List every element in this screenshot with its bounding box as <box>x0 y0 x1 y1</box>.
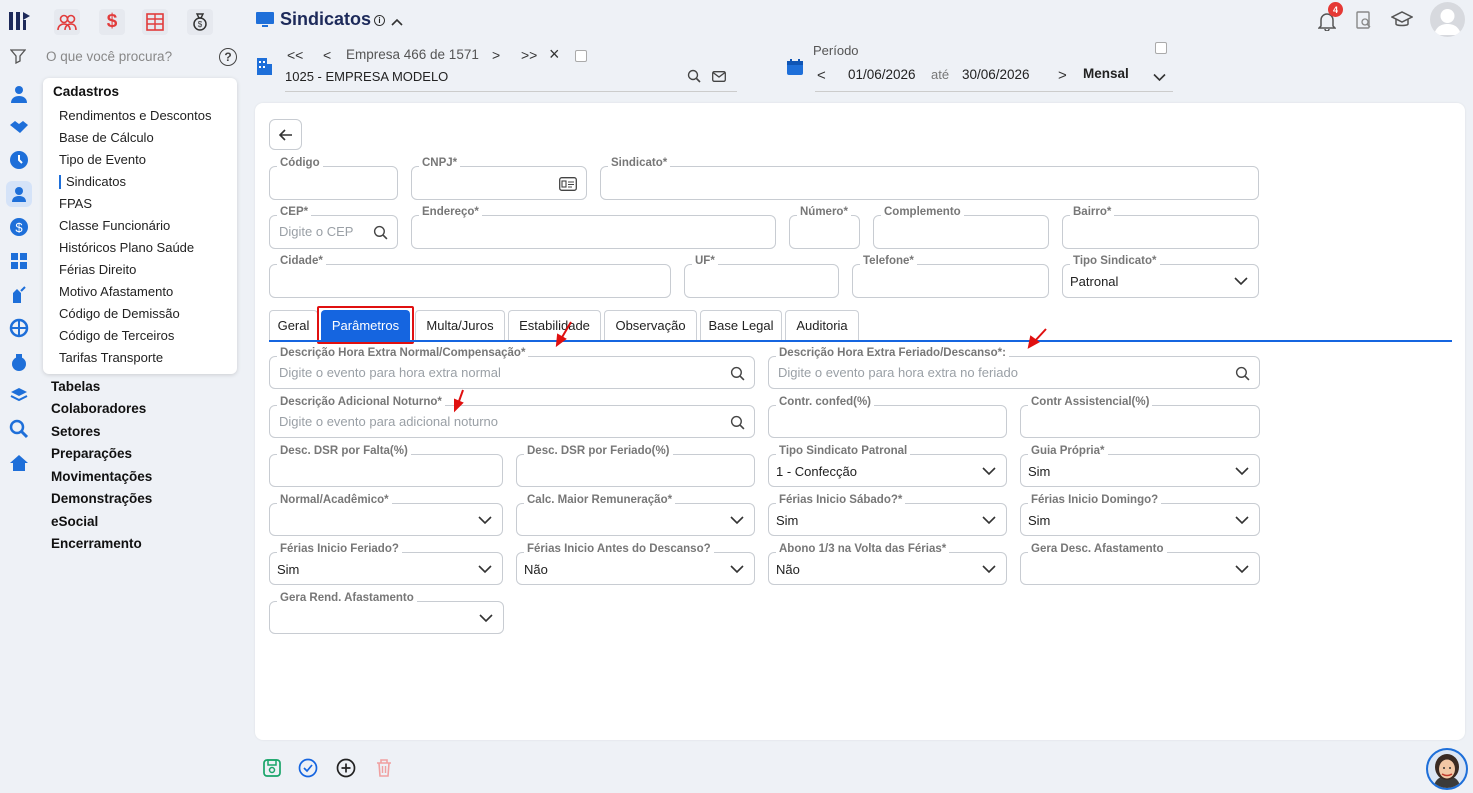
add-button[interactable] <box>336 758 356 778</box>
assistant-avatar[interactable] <box>1426 748 1468 790</box>
trash-icon <box>377 759 391 777</box>
confirm-button[interactable] <box>298 758 318 778</box>
annotation-arrow-3 <box>454 389 464 413</box>
plus-circle-icon <box>336 758 356 778</box>
check-circle-icon <box>298 758 318 778</box>
save-button[interactable] <box>262 758 282 778</box>
annotation-arrow-2 <box>1027 328 1047 349</box>
annotation-arrow-1 <box>555 321 572 348</box>
annotation-arrows <box>454 321 1047 413</box>
save-icon <box>263 759 281 777</box>
delete-button[interactable] <box>375 758 393 778</box>
